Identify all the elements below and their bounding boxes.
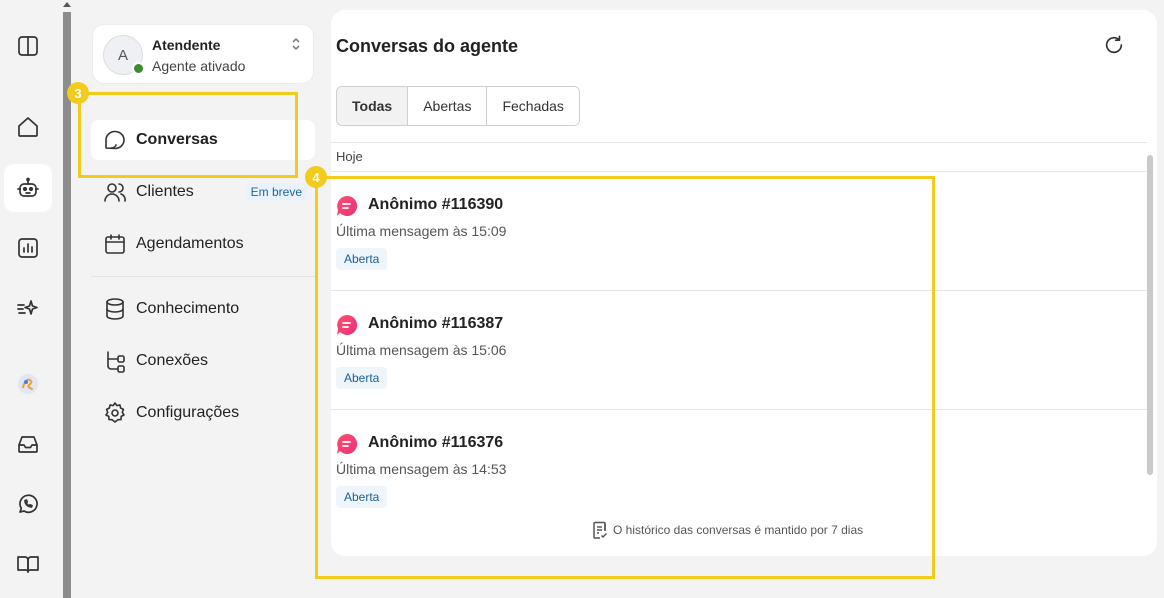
inbox-icon: [18, 436, 38, 453]
workspace-button[interactable]: [4, 360, 52, 408]
nav-item-clientes[interactable]: Clientes Em breve: [91, 172, 315, 212]
calendar-icon: [105, 234, 125, 254]
book-icon: [17, 556, 39, 573]
list-scrollbar[interactable]: [1147, 155, 1153, 475]
robot-icon: [17, 177, 39, 197]
agent-status: Agente ativado: [152, 58, 246, 74]
refresh-icon: [1105, 35, 1123, 54]
tab-todas[interactable]: Todas: [337, 87, 409, 125]
whatsapp-icon: [19, 494, 38, 514]
inbox-button[interactable]: [4, 420, 52, 468]
home-button[interactable]: [4, 103, 52, 151]
sidebar-toggle-icon: [18, 36, 38, 56]
icon-rail: [0, 0, 60, 598]
nav-item-configuracoes[interactable]: Configurações: [91, 393, 315, 433]
automation-button[interactable]: [4, 284, 52, 332]
coming-soon-badge: Em breve: [245, 183, 307, 201]
nav-label: Configurações: [136, 404, 240, 421]
annotation-marker-3: 3: [67, 82, 89, 104]
chart-icon: [18, 238, 38, 258]
agent-selector[interactable]: A Atendente Agente ativado: [92, 24, 314, 84]
annotation-marker-4: 4: [305, 166, 327, 188]
docs-button[interactable]: [4, 540, 52, 588]
tab-abertas[interactable]: Abertas: [408, 87, 488, 125]
tab-fechadas[interactable]: Fechadas: [487, 87, 579, 125]
whatsapp-button[interactable]: [4, 480, 52, 528]
scroll-up-arrow-icon[interactable]: [63, 2, 71, 7]
workspace-logo-icon: [18, 374, 38, 394]
status-indicator: [132, 62, 145, 75]
users-icon: [104, 183, 126, 202]
nav-item-conexoes[interactable]: Conexões: [91, 341, 315, 381]
agent-name: Atendente: [152, 37, 221, 53]
nav-divider: [91, 276, 315, 277]
filter-tabs: Todas Abertas Fechadas: [336, 86, 580, 126]
database-icon: [106, 298, 124, 320]
refresh-button[interactable]: [1103, 34, 1127, 58]
agents-button[interactable]: [4, 164, 52, 212]
nav-label: Conexões: [136, 352, 209, 369]
annotation-highlight-list: [315, 176, 935, 579]
annotation-highlight-nav: [78, 92, 298, 178]
sidebar-toggle-button[interactable]: [4, 22, 52, 70]
avatar-initial: A: [117, 46, 128, 64]
sparkle-icon: [17, 300, 38, 315]
reports-button[interactable]: [4, 224, 52, 272]
agent-nav: A Atendente Agente ativado Conversas Cli…: [78, 0, 324, 598]
nav-label: Conhecimento: [136, 300, 240, 317]
nav-label: Clientes: [136, 183, 194, 200]
nav-item-conhecimento[interactable]: Conhecimento: [91, 289, 315, 329]
home-icon: [18, 117, 38, 137]
chevron-up-down-icon: [291, 37, 301, 51]
date-group-header: Hoje: [331, 142, 1147, 172]
nav-label: Agendamentos: [136, 235, 244, 252]
nav-item-agendamentos[interactable]: Agendamentos: [91, 224, 315, 264]
gear-icon: [105, 402, 125, 423]
connections-icon: [107, 351, 125, 373]
page-title: Conversas do agente: [336, 36, 519, 56]
